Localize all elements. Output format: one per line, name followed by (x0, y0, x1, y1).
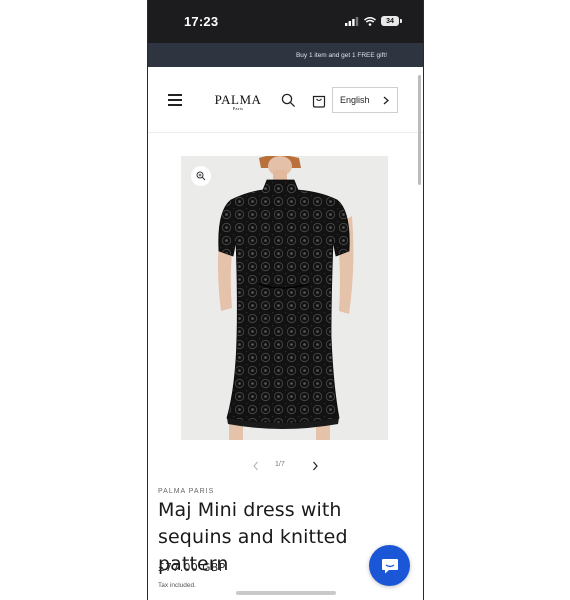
tax-note: Tax included. (158, 582, 196, 589)
zoom-in-icon (196, 171, 206, 181)
language-label: English (340, 95, 370, 105)
shopping-bag-icon[interactable] (312, 93, 326, 108)
chat-button[interactable] (369, 545, 410, 586)
status-time: 17:23 (184, 14, 219, 29)
gallery-count: 1/7 (275, 461, 285, 468)
zoom-button[interactable] (191, 166, 211, 186)
site-header: PALMA Paris English (148, 67, 423, 133)
home-indicator[interactable] (236, 591, 336, 595)
wifi-icon (364, 16, 376, 26)
product-image[interactable] (181, 156, 388, 440)
hamburger-menu-icon[interactable] (168, 94, 182, 106)
chat-bubble-icon (381, 558, 398, 573)
announcement-text: Buy 1 item and get 1 FREE gift! (295, 51, 387, 59)
search-icon[interactable] (281, 93, 296, 108)
dress-photo (181, 156, 388, 440)
gallery-pager: 1/7 (148, 459, 423, 473)
scrollbar[interactable] (418, 75, 421, 185)
product-price: £77.00 GBP (158, 562, 226, 574)
chevron-right-icon[interactable] (311, 461, 319, 471)
status-bar: 17:23 34 (148, 0, 423, 43)
chevron-left-icon[interactable] (252, 461, 260, 471)
logo-main: PALMA (214, 92, 262, 107)
brand-logo[interactable]: PALMA Paris (212, 93, 264, 111)
phone-screen: 17:23 34 Buy 1 item and get 1 FREE gift!… (147, 0, 424, 600)
chevron-right-icon (383, 96, 389, 105)
announcement-bar: Buy 1 item and get 1 FREE gift! (148, 43, 423, 67)
status-icons: 34 (345, 16, 402, 26)
product-vendor: PALMA PARIS (158, 488, 215, 495)
cellular-signal-icon (345, 16, 359, 26)
language-selector[interactable]: English (332, 87, 398, 113)
battery-indicator: 34 (381, 16, 402, 26)
